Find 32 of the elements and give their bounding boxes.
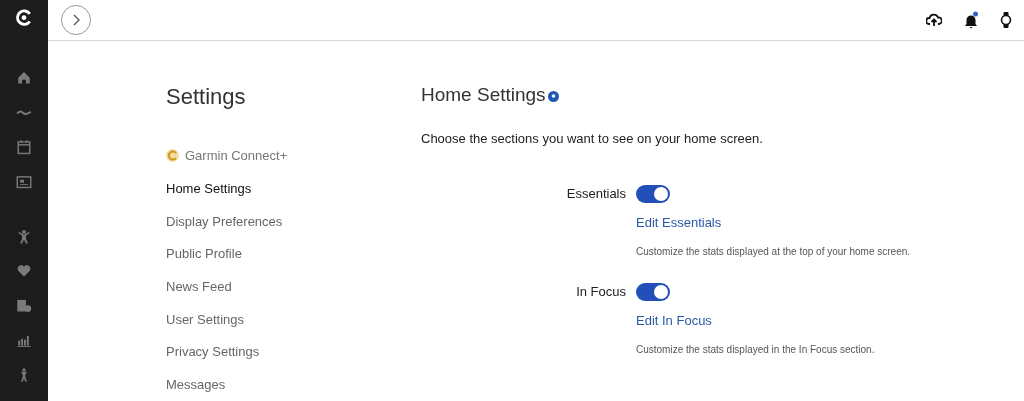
home-icon[interactable] xyxy=(16,70,32,86)
toggle-switch[interactable] xyxy=(636,184,670,203)
sidebar-item[interactable]: User Settings xyxy=(166,302,421,336)
section-description: Customize the stats displayed in the In Focus section. xyxy=(636,343,876,355)
edit-link[interactable]: Edit In Focus xyxy=(636,312,1024,328)
settings-title: Settings xyxy=(166,83,247,110)
toggle-switch[interactable] xyxy=(636,282,670,301)
sidebar-item[interactable]: News Feed xyxy=(166,270,421,303)
sidebar-item[interactable]: Public Profile xyxy=(166,237,421,271)
page-title: Home Settings xyxy=(421,83,546,106)
section-description: Customize the stats displayed at the top of your home screen. xyxy=(636,245,912,257)
calendar-icon[interactable] xyxy=(16,139,32,155)
bell-icon[interactable] xyxy=(963,10,979,29)
watch-icon[interactable] xyxy=(1000,10,1012,29)
premium-logo-icon xyxy=(166,149,179,163)
section-label: In Focus xyxy=(575,284,626,299)
sidebar-item[interactable]: Display Preferences xyxy=(166,204,421,238)
sidebar-item[interactable]: Home Settings xyxy=(166,172,421,205)
section-label: Essentials xyxy=(565,186,626,201)
upload-icon[interactable] xyxy=(926,12,942,27)
card-icon[interactable] xyxy=(16,173,32,189)
heart-icon[interactable] xyxy=(16,263,32,279)
sidebar-item[interactable]: Messages xyxy=(166,368,421,401)
expand-button[interactable] xyxy=(61,4,91,35)
logo-icon[interactable] xyxy=(15,9,33,27)
chevron-right-icon xyxy=(71,13,81,26)
intro-text: Choose the sections you want to see on your home screen. xyxy=(421,130,764,146)
person-icon[interactable] xyxy=(16,228,32,245)
help-icon[interactable] xyxy=(547,91,559,102)
sidebar-item[interactable]: Garmin Connect+ xyxy=(166,139,421,173)
edit-link[interactable]: Edit Essentials xyxy=(636,214,1024,230)
sidebar-item[interactable]: Privacy Settings xyxy=(166,335,421,369)
